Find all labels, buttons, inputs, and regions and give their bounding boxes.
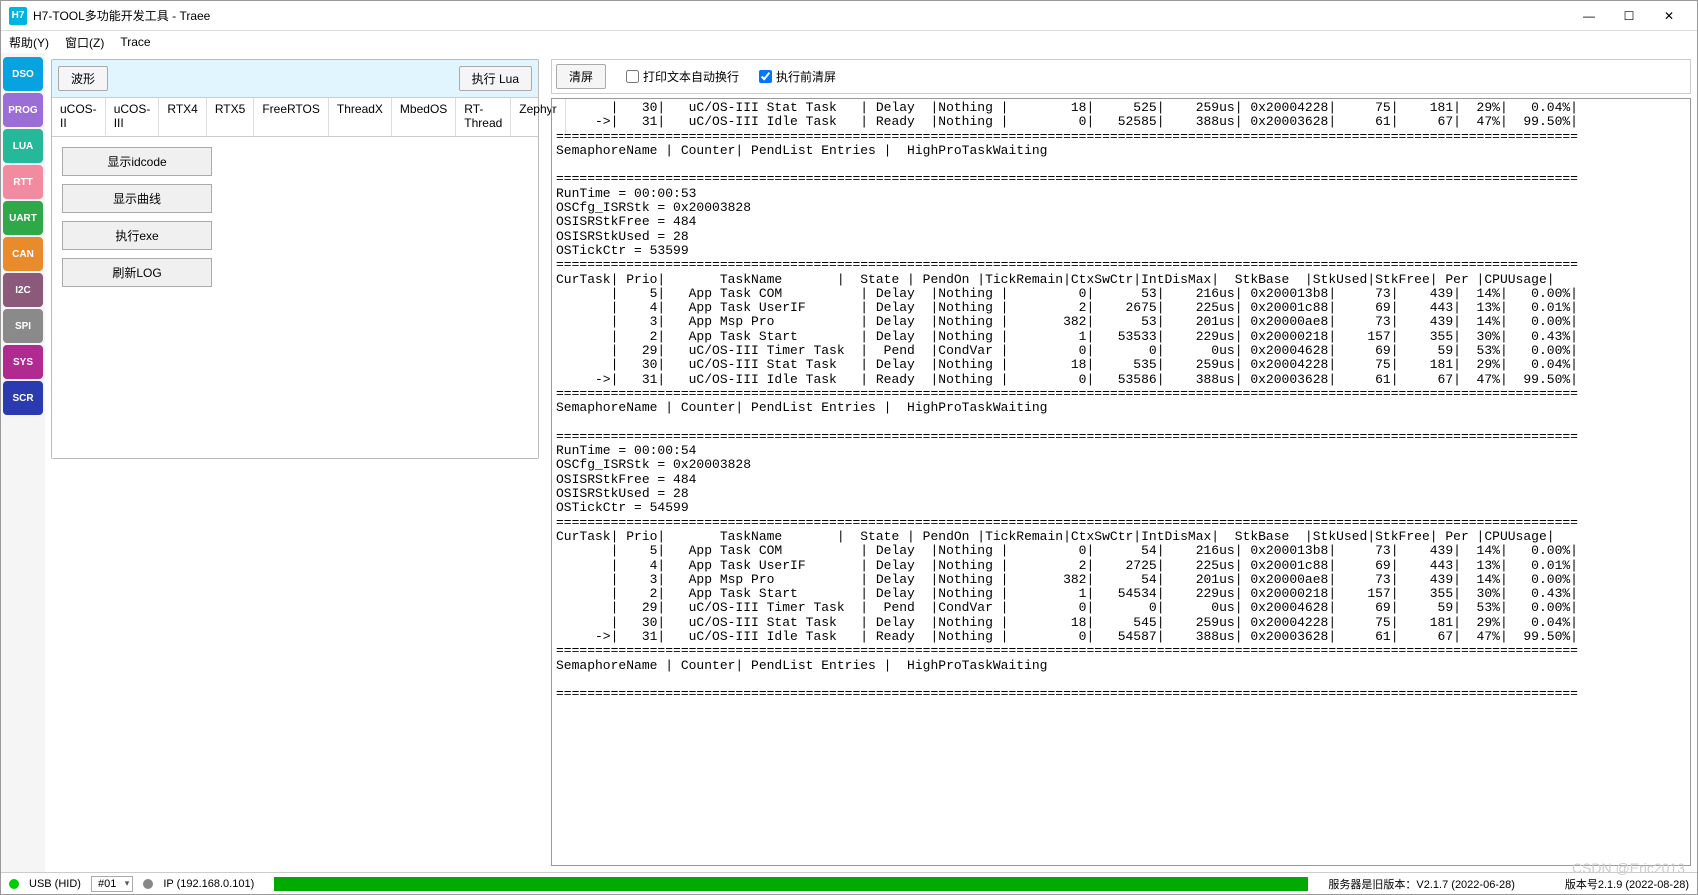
rtos-tabs: uCOS-IIuCOS-IIIRTX4RTX5FreeRTOSThreadXMb… xyxy=(52,97,538,137)
progress-bar xyxy=(274,877,1308,891)
tab-ucos-iii[interactable]: uCOS-III xyxy=(106,98,160,136)
left-panel-box: 波形 执行 Lua uCOS-IIuCOS-IIIRTX4RTX5FreeRTO… xyxy=(51,59,539,459)
server-version-text: 服务器是旧版本：V2.1.7 (2022-06-28) xyxy=(1328,876,1514,892)
tab-freertos[interactable]: FreeRTOS xyxy=(254,98,329,136)
usb-status-text: USB (HID) xyxy=(29,878,81,890)
side-icon-can[interactable]: CAN xyxy=(3,237,43,271)
action-button[interactable]: 显示曲线 xyxy=(62,184,212,213)
titlebar: H7 H7-TOOL多功能开发工具 - Traee — ☐ ✕ xyxy=(1,1,1697,31)
tab-rt-thread[interactable]: RT-Thread xyxy=(456,98,511,136)
usb-status-icon xyxy=(9,879,19,889)
side-icon-i2c[interactable]: I2C xyxy=(3,273,43,307)
action-button[interactable]: 刷新LOG xyxy=(62,258,212,287)
side-icon-rtt[interactable]: RTT xyxy=(3,165,43,199)
clear-before-run-checkbox[interactable]: 执行前清屏 xyxy=(759,68,836,85)
side-icon-dso[interactable]: DSO xyxy=(3,57,43,91)
app-icon: H7 xyxy=(9,7,27,25)
menubar: 帮助(Y) 窗口(Z) Trace xyxy=(1,31,1697,53)
tab-rtx5[interactable]: RTX5 xyxy=(207,98,254,136)
menu-item[interactable]: Trace xyxy=(120,35,150,49)
side-iconbar: DSOPROGLUARTTUARTCANI2CSPISYSSCR xyxy=(1,53,45,872)
run-lua-button[interactable]: 执行 Lua xyxy=(459,66,532,91)
menu-item[interactable]: 帮助(Y) xyxy=(9,34,49,51)
log-output[interactable]: | 30| uC/OS-III Stat Task | Delay |Nothi… xyxy=(551,98,1691,866)
ip-status-icon xyxy=(143,879,153,889)
close-button[interactable]: ✕ xyxy=(1649,2,1689,30)
side-icon-sys[interactable]: SYS xyxy=(3,345,43,379)
window-title: H7-TOOL多功能开发工具 - Traee xyxy=(33,7,1569,24)
client-version-text: 版本号2.1.9 (2022-08-28) xyxy=(1565,876,1689,892)
clear-button[interactable]: 清屏 xyxy=(556,64,606,89)
wave-button[interactable]: 波形 xyxy=(58,66,108,91)
minimize-button[interactable]: — xyxy=(1569,2,1609,30)
tab-content: 显示idcode 显示曲线执行exe 刷新LOG xyxy=(52,137,538,458)
device-combo[interactable]: #01 xyxy=(91,876,133,892)
tab-ucos-ii[interactable]: uCOS-II xyxy=(52,98,106,136)
side-icon-spi[interactable]: SPI xyxy=(3,309,43,343)
tab-mbedos[interactable]: MbedOS xyxy=(392,98,456,136)
side-icon-uart[interactable]: UART xyxy=(3,201,43,235)
tab-rtx4[interactable]: RTX4 xyxy=(159,98,206,136)
menu-item[interactable]: 窗口(Z) xyxy=(65,34,104,51)
action-button[interactable]: 执行exe xyxy=(62,221,212,250)
side-icon-prog[interactable]: PROG xyxy=(3,93,43,127)
statusbar: USB (HID) #01 IP (192.168.0.101) 服务器是旧版本… xyxy=(1,872,1697,894)
log-toolbar: 清屏 打印文本自动换行 执行前清屏 xyxy=(551,59,1691,94)
action-button[interactable]: 显示idcode xyxy=(62,147,212,176)
side-icon-scr[interactable]: SCR xyxy=(3,381,43,415)
side-icon-lua[interactable]: LUA xyxy=(3,129,43,163)
autowrap-checkbox[interactable]: 打印文本自动换行 xyxy=(626,68,739,85)
ip-status-text: IP (192.168.0.101) xyxy=(163,878,254,890)
maximize-button[interactable]: ☐ xyxy=(1609,2,1649,30)
tab-threadx[interactable]: ThreadX xyxy=(329,98,392,136)
